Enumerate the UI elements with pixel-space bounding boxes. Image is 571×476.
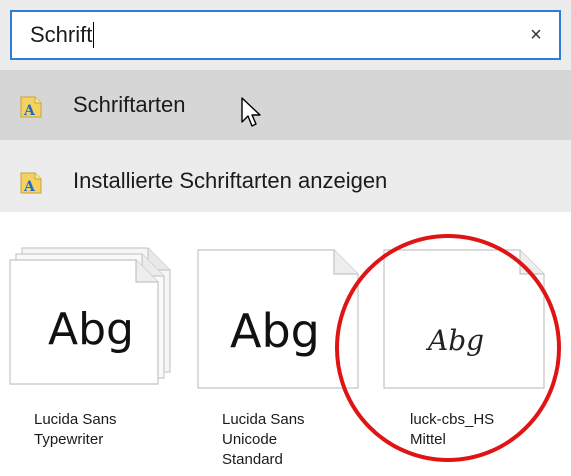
search-result-schriftarten[interactable]: A Schriftarten (0, 70, 571, 140)
font-file-icon (383, 249, 545, 389)
search-input[interactable]: Schrift × (10, 10, 561, 60)
search-input-text[interactable]: Schrift (30, 12, 95, 58)
font-tile-lucida-sans-typewriter[interactable]: Abg Lucida Sans Typewriter (8, 242, 178, 470)
search-result-installed-fonts[interactable]: A Installierte Schriftarten anzeigen (0, 148, 571, 212)
result-label: Schriftarten (73, 92, 186, 117)
close-icon[interactable]: × (530, 24, 542, 46)
svg-text:A: A (23, 179, 36, 194)
svg-text:A: A (23, 103, 36, 118)
font-tile-luck-cbs-hs-mittel[interactable]: Abg luck-cbs_HS Mittel (382, 242, 552, 470)
font-preview-text: Abg (428, 324, 485, 357)
font-folder-icon: A (20, 172, 42, 194)
font-preview-text: Abg (230, 304, 320, 358)
mouse-pointer-icon (241, 97, 261, 127)
font-name-label: Lucida Sans Typewriter (34, 411, 117, 448)
font-folder-icon: A (20, 96, 42, 118)
clear-search-button[interactable]: × (519, 18, 553, 52)
search-results-panel: Schrift × A Schriftarten A Installierte … (0, 0, 571, 212)
text-caret (93, 21, 95, 48)
font-preview-text: Abg (48, 304, 134, 355)
font-tile-lucida-sans-unicode[interactable]: Abg Lucida Sans Unicode Standard (196, 242, 366, 470)
font-name-label: Lucida Sans Unicode Standard (222, 411, 305, 468)
font-name-label: luck-cbs_HS Mittel (410, 411, 495, 448)
result-label: Installierte Schriftarten anzeigen (73, 168, 388, 193)
